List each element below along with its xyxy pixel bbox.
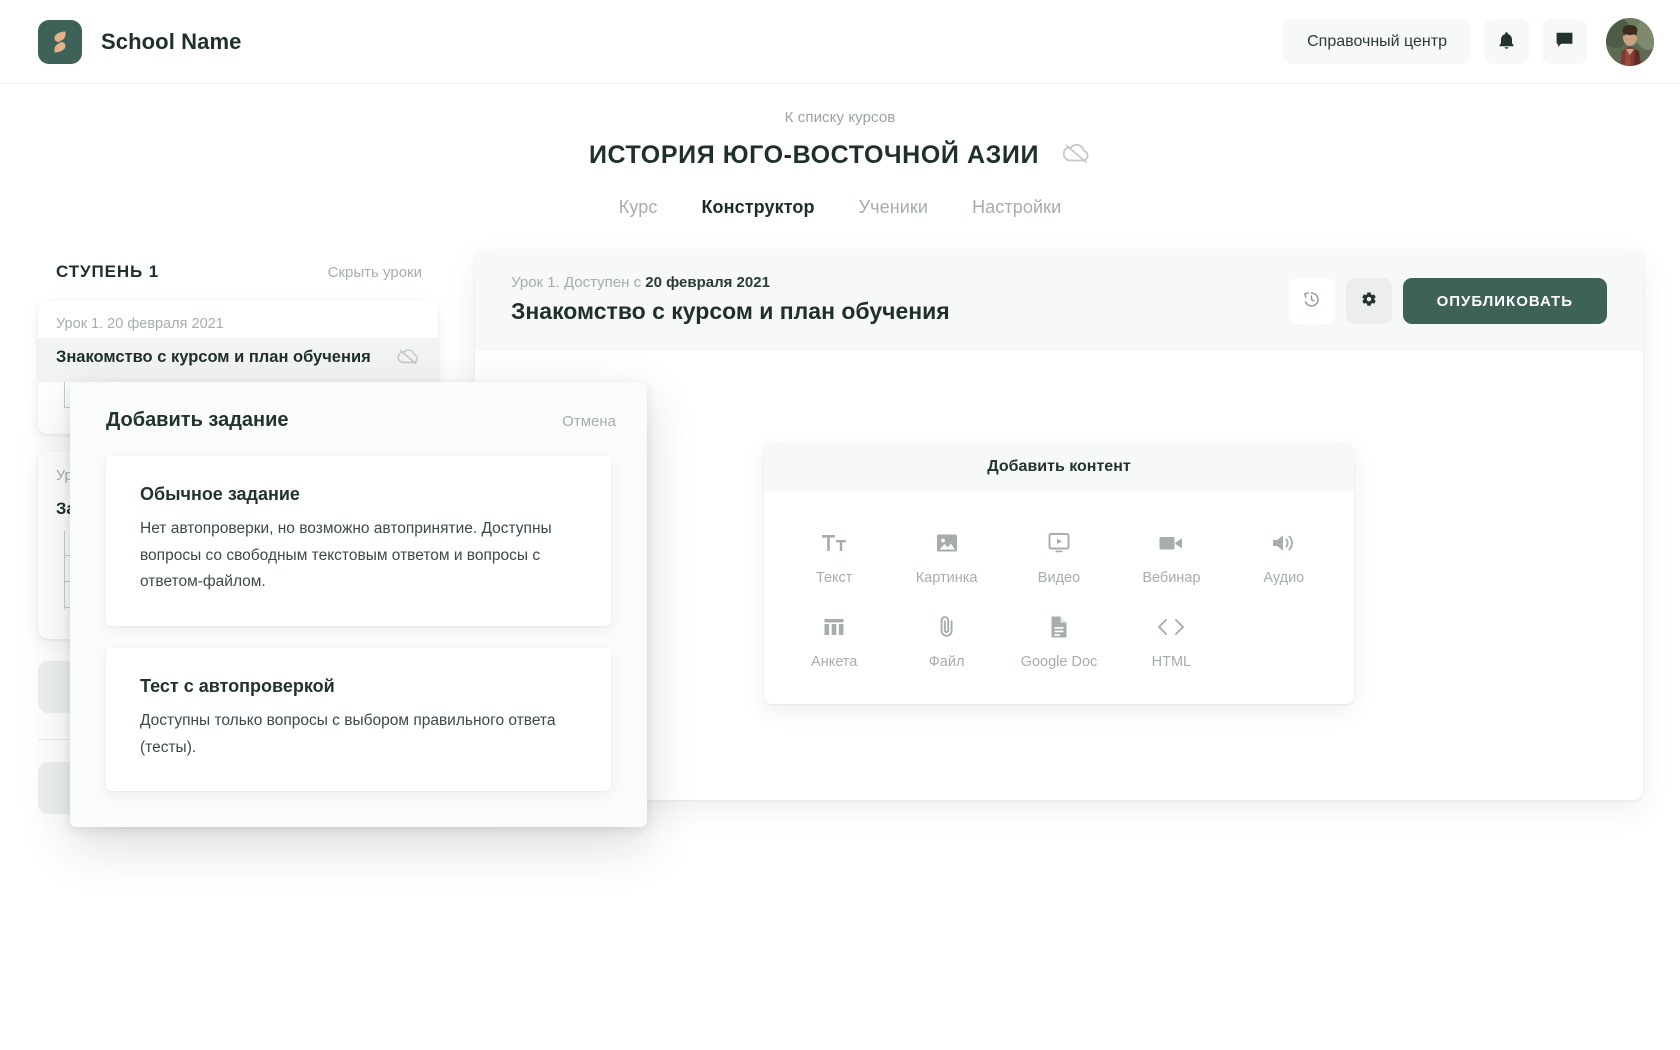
lesson-availability: Урок 1. Доступен с 20 февраля 2021 (511, 274, 1289, 291)
tile-label: Картинка (915, 570, 978, 586)
tab-settings[interactable]: Настройки (972, 197, 1061, 218)
add-task-modal: Добавить задание Отмена Обычное задание … (70, 382, 647, 828)
brand[interactable]: School Name (38, 19, 242, 64)
tab-constructor[interactable]: Конструктор (701, 197, 814, 218)
tile-label: HTML (1151, 654, 1192, 670)
lesson-availability-date: 20 февраля 2021 (645, 274, 770, 291)
course-tabs: Курс Конструктор Ученики Настройки (0, 197, 1680, 218)
audio-icon (1271, 528, 1296, 558)
add-video-tile[interactable]: Видео (1003, 528, 1115, 586)
code-icon (1156, 612, 1186, 642)
brand-name: School Name (101, 28, 242, 54)
notifications-button[interactable] (1484, 19, 1529, 64)
page-title: ИСТОРИЯ ЮГО-ВОСТОЧНОЙ АЗИИ (588, 141, 1040, 169)
tree-stem (64, 382, 65, 408)
toggle-lessons-link[interactable]: Скрыть уроки (328, 264, 422, 281)
course-header: К списку курсов ИСТОРИЯ ЮГО-ВОСТОЧНОЙ АЗ… (0, 84, 1680, 218)
tile-label: Анкета (811, 654, 858, 670)
option-title: Обычное задание (140, 484, 300, 504)
auto-graded-test-option[interactable]: Тест с автопроверкой Доступны только воп… (106, 647, 611, 792)
breadcrumb[interactable]: К списку курсов (785, 109, 896, 126)
option-title: Тест с автопроверкой (140, 675, 335, 696)
add-content-tiles: Текст Картинка Видео Вебинар Аудио Анкет… (764, 492, 1354, 704)
chat-icon (1555, 31, 1574, 52)
tab-course[interactable]: Курс (619, 197, 658, 218)
course-title-row: ИСТОРИЯ ЮГО-ВОСТОЧНОЙ АЗИИ (0, 141, 1680, 170)
tile-label: Вебинар (1142, 570, 1201, 586)
publish-button[interactable]: ОПУБЛИКОВАТЬ (1402, 278, 1607, 324)
lesson-editor-title: Знакомство с курсом и план обучения (511, 298, 950, 324)
add-google-doc-tile[interactable]: Google Doc (1003, 612, 1115, 670)
tab-students[interactable]: Ученики (859, 197, 928, 218)
add-webinar-tile[interactable]: Вебинар (1115, 528, 1227, 586)
tile-label: Google Doc (1020, 654, 1098, 670)
lesson-editor-panel: Урок 1. Доступен с 20 февраля 2021 Знако… (475, 250, 1643, 800)
lesson-title-row[interactable]: Знакомство с курсом и план обучения (38, 338, 438, 382)
paperclip-icon (938, 612, 956, 642)
help-center-button[interactable]: Справочный центр (1283, 19, 1471, 64)
messages-button[interactable] (1542, 19, 1587, 64)
text-icon (821, 528, 847, 558)
regular-task-option[interactable]: Обычное задание Нет автопроверки, но воз… (106, 456, 611, 626)
tree-stem (64, 531, 65, 610)
add-content-panel: Добавить контент Текст Картинка Видео Ве… (764, 443, 1354, 704)
add-task-modal-header: Добавить задание Отмена (70, 382, 647, 456)
cloud-off-icon (1061, 141, 1091, 170)
top-bar: School Name Справочный центр (0, 0, 1680, 84)
option-description: Нет автопроверки, но возможно автопринят… (140, 520, 552, 591)
lesson-availability-prefix: Урок 1. Доступен с (511, 274, 646, 291)
lesson-editor-heading: Урок 1. Доступен с 20 февраля 2021 Знако… (511, 274, 1289, 325)
step-title: СТУПЕНЬ 1 (56, 262, 160, 281)
tile-label: Файл (928, 654, 965, 670)
history-button[interactable] (1288, 278, 1335, 324)
option-description: Доступны только вопросы с выбором правил… (140, 711, 556, 756)
add-html-tile[interactable]: HTML (1115, 612, 1227, 670)
add-file-tile[interactable]: Файл (890, 612, 1002, 670)
document-icon (1049, 612, 1069, 642)
webinar-camera-icon (1158, 528, 1184, 558)
lesson-editor-actions: ОПУБЛИКОВАТЬ (1288, 274, 1607, 324)
top-bar-actions: Справочный центр (1283, 17, 1654, 66)
lesson-meta: Урок 1. 20 февраля 2021 (56, 316, 224, 332)
lesson-title: Знакомство с курсом и план обучения (56, 348, 371, 366)
gear-icon (1360, 291, 1378, 312)
history-icon (1302, 290, 1321, 312)
tile-label: Аудио (1263, 570, 1305, 586)
add-image-tile[interactable]: Картинка (890, 528, 1002, 586)
add-task-modal-title: Добавить задание (106, 409, 289, 431)
lesson-editor-header: Урок 1. Доступен с 20 февраля 2021 Знако… (475, 250, 1643, 351)
add-audio-tile[interactable]: Аудио (1228, 528, 1340, 586)
bell-icon (1498, 31, 1515, 53)
survey-icon (823, 612, 845, 642)
tile-label: Видео (1037, 570, 1081, 586)
cloud-off-icon (396, 347, 420, 371)
add-survey-tile[interactable]: Анкета (778, 612, 890, 670)
cancel-button[interactable]: Отмена (562, 413, 616, 430)
avatar[interactable] (1606, 17, 1654, 66)
lesson-settings-button[interactable] (1345, 278, 1392, 324)
school-logo-icon (38, 19, 82, 64)
tile-label: Текст (815, 570, 853, 586)
step-header: СТУПЕНЬ 1 Скрыть уроки (38, 262, 438, 282)
video-icon (1047, 528, 1071, 558)
add-content-heading: Добавить контент (764, 443, 1354, 492)
add-text-tile[interactable]: Текст (778, 528, 890, 586)
image-icon (935, 528, 959, 558)
